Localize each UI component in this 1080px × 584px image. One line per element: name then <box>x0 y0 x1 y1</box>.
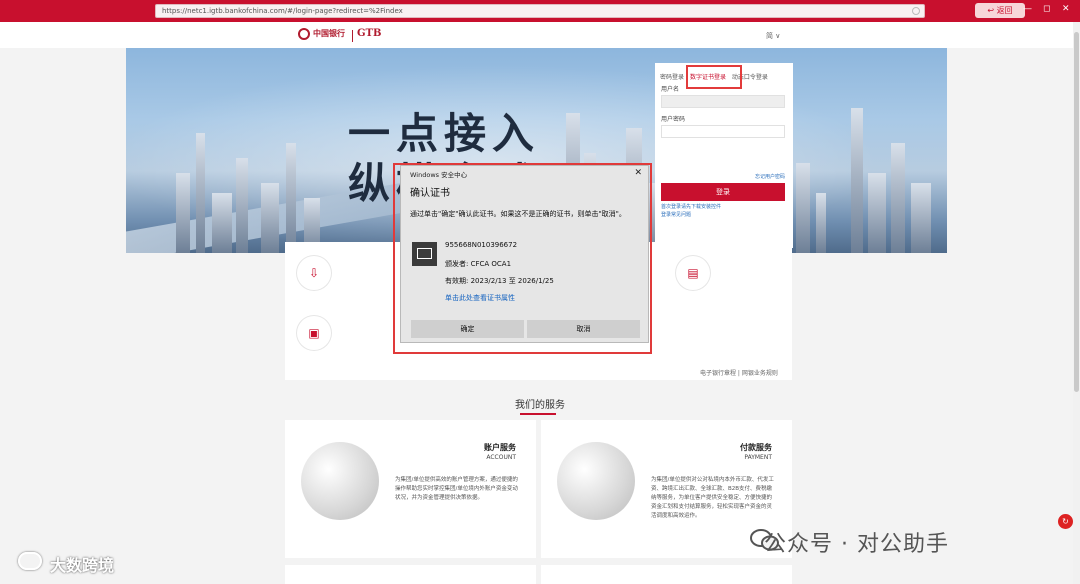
logo-divider <box>352 30 353 42</box>
address-bar[interactable]: https://netc1.igtb.bankofchina.com/#/log… <box>155 4 925 18</box>
page-scrollbar[interactable] <box>1073 22 1080 584</box>
maximize-icon[interactable]: ◻ <box>1043 4 1050 14</box>
service-card-row2 <box>285 565 536 584</box>
certificate-service-icon[interactable]: ▣ <box>297 316 331 350</box>
card-subtitle: PAYMENT <box>744 454 772 461</box>
boc-logo-icon <box>298 28 310 40</box>
language-select[interactable]: 简 ∨ <box>766 31 780 41</box>
boc-logo[interactable]: 中国银行 <box>298 28 345 40</box>
back-label: 返回 <box>996 6 1013 15</box>
card-description: 为集团/单位提供对公对私境内本外币汇款、代发工资、跨境汇出汇款、全球汇款、B2B… <box>651 477 774 519</box>
download-control-link[interactable]: 首次登录请先下载安装控件 <box>661 203 721 210</box>
url-text: https://netc1.igtb.bankofchina.com/#/log… <box>162 7 403 15</box>
cancel-button[interactable]: 取消 <box>527 320 640 338</box>
card-description: 为集团/单位提供高效的账户管理方案，通过便捷的操作帮助您实时掌控集团/单位境内外… <box>395 477 518 501</box>
login-panel: 密码登录 数字证书登录 动态口令登录 用户名 用户密码 忘记用户密码 登录 首次… <box>655 63 793 248</box>
site-header: 中国银行 GTB 简 ∨ <box>0 22 1080 48</box>
download-service-icon[interactable]: ⇩ <box>297 256 331 290</box>
dialog-heading: 确认证书 <box>410 188 450 199</box>
boc-logo-text: 中国银行 <box>313 28 345 38</box>
scrollbar-thumb[interactable] <box>1074 32 1079 392</box>
branch-service-icon[interactable]: ▤ <box>676 256 710 290</box>
username-label: 用户名 <box>661 86 680 93</box>
gtb-logo: GTB <box>357 28 382 39</box>
password-input[interactable] <box>661 125 785 138</box>
back-button[interactable]: ↩ 返回 <box>975 3 1025 18</box>
footer-links[interactable]: 电子银行章程 | 网银业务规则 <box>700 368 778 377</box>
faq-link[interactable]: 登录常见问题 <box>661 211 691 218</box>
services-section-title: 我们的服务 <box>515 400 565 411</box>
login-button[interactable]: 登录 <box>661 183 785 201</box>
watermark-text-left: 大数跨境 <box>50 556 115 575</box>
browser-toolbar: https://netc1.igtb.bankofchina.com/#/log… <box>0 0 1080 22</box>
watermark-logo-icon <box>18 552 42 570</box>
view-certificate-link[interactable]: 单击此处查看证书属性 <box>445 293 515 303</box>
tab-password-login[interactable]: 密码登录 <box>660 74 684 81</box>
service-card-row2 <box>541 565 792 584</box>
card-subtitle: ACCOUNT <box>486 454 516 461</box>
ok-button[interactable]: 确定 <box>411 320 524 338</box>
certificate-issuer: 颁发者: CFCA OCA1 <box>445 260 512 268</box>
password-label: 用户密码 <box>661 116 686 123</box>
username-input[interactable] <box>661 95 785 108</box>
forgot-password-link[interactable]: 忘记用户密码 <box>755 173 785 180</box>
close-window-icon[interactable]: ✕ <box>1062 4 1070 14</box>
certificate-tab-highlight <box>686 65 742 89</box>
dialog-message: 通过单击"确定"确认此证书。如果这不是正确的证书，则单击"取消"。 <box>410 210 626 218</box>
card-title: 付款服务 <box>740 443 772 452</box>
reload-icon[interactable] <box>912 7 920 15</box>
shell-illustration <box>557 442 635 520</box>
watermark-text-right: 公众号 · 对公助手 <box>764 532 949 557</box>
confirm-certificate-dialog: Windows 安全中心 ✕ 确认证书 通过单击"确定"确认此证书。如果这不是正… <box>400 165 649 343</box>
dialog-close-icon[interactable]: ✕ <box>634 168 642 178</box>
certificate-icon <box>412 242 437 266</box>
account-service-card[interactable]: 账户服务 ACCOUNT 为集团/单位提供高效的账户管理方案，通过便捷的操作帮助… <box>285 420 536 558</box>
certificate-id: 955668N010396672 <box>445 241 518 249</box>
certificate-validity: 有效期: 2023/2/13 至 2026/1/25 <box>445 277 554 285</box>
minimize-icon[interactable]: — <box>1023 4 1032 14</box>
dialog-window-title: Windows 安全中心 <box>410 171 468 179</box>
floating-help-icon[interactable]: ↻ <box>1058 514 1073 529</box>
globe-illustration <box>301 442 379 520</box>
card-title: 账户服务 <box>484 443 516 452</box>
section-underline <box>520 413 556 415</box>
